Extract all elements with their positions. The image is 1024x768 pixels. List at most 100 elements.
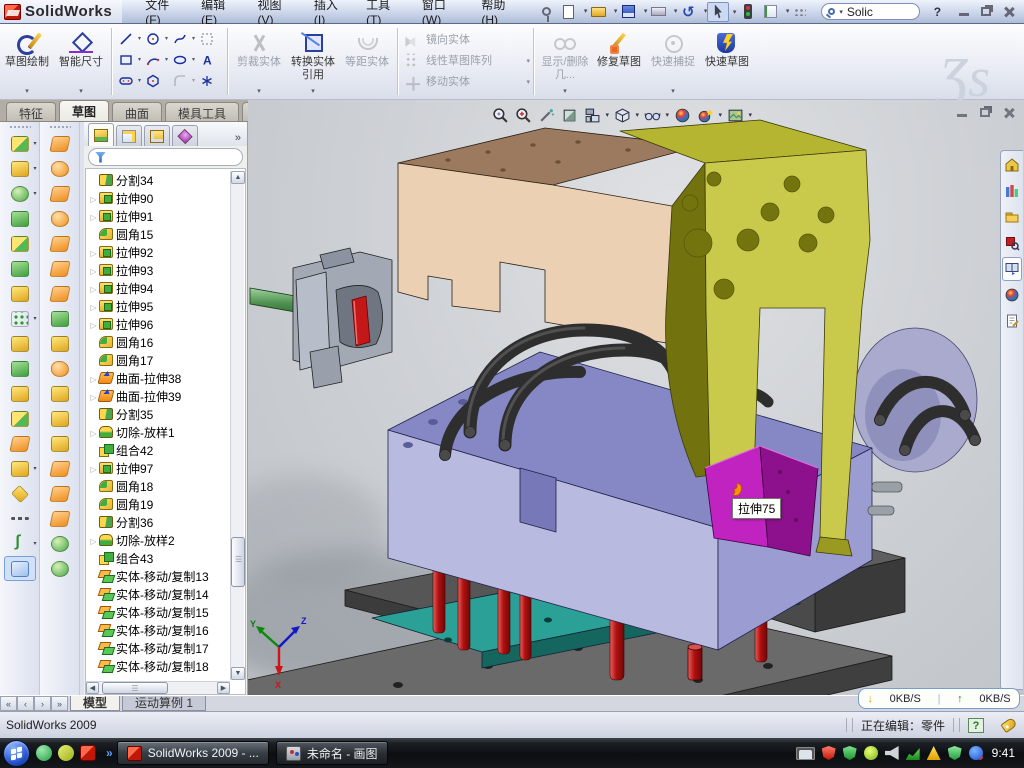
tree-item[interactable]: 分割35 <box>88 405 229 423</box>
boundary-boss-icon[interactable] <box>4 231 36 256</box>
edge-flange-icon[interactable] <box>44 281 76 306</box>
tree-item[interactable]: 圆角18 <box>88 477 229 495</box>
display-style-icon[interactable] <box>612 105 632 125</box>
clock[interactable]: 9:41 <box>992 746 1015 760</box>
antivirus-shield-icon[interactable] <box>843 746 857 760</box>
help-button[interactable]: ? <box>930 5 945 19</box>
tree-item[interactable]: 组合43 <box>88 549 229 567</box>
antivirus-icon[interactable] <box>58 745 74 761</box>
command-button[interactable]: 草图绘制 <box>0 27 54 95</box>
dimxpert-manager-icon[interactable] <box>172 125 198 146</box>
selection-box-icon[interactable] <box>197 28 224 49</box>
tree-item[interactable]: 圆角16 <box>88 333 229 351</box>
scroll-right-button[interactable]: ▶ <box>217 682 230 694</box>
quick-tips-button[interactable]: ? <box>968 718 984 733</box>
sync-status-icon[interactable] <box>969 746 983 760</box>
tab-scroll-button[interactable]: ‹ <box>17 696 34 711</box>
hide-show-items-icon[interactable] <box>642 105 662 125</box>
point-icon[interactable] <box>197 70 224 91</box>
tree-item[interactable]: 实体-移动/复制17 <box>88 639 229 657</box>
command-button[interactable]: 显示/删除几... <box>538 27 592 95</box>
tab-scroll-button[interactable]: » <box>51 696 68 711</box>
search-box[interactable]: ▾ <box>821 3 920 20</box>
tree-horizontal-scrollbar[interactable]: ◀ ☰ ▶ <box>86 681 230 694</box>
tab-scroll-button[interactable]: › <box>34 696 51 711</box>
solidworks-launcher-icon[interactable] <box>80 745 96 761</box>
expand-arrow-icon[interactable] <box>88 191 99 205</box>
document-tab[interactable]: 模型 <box>70 696 120 711</box>
sketch-fillet-icon[interactable] <box>170 70 197 91</box>
tree-item[interactable]: 拉伸92 <box>88 243 229 261</box>
tree-item[interactable]: 组合42 <box>88 441 229 459</box>
rectangle-icon[interactable] <box>116 49 143 70</box>
draft-icon[interactable] <box>4 356 36 381</box>
whats-wrong-icon[interactable] <box>789 2 811 22</box>
document-tab[interactable]: 运动算例 1 <box>122 696 206 711</box>
expand-arrow-icon[interactable] <box>88 479 99 493</box>
tree-item[interactable]: 切除-放样2 <box>88 531 229 549</box>
update-badge-icon[interactable] <box>864 746 878 760</box>
messenger-icon[interactable] <box>36 745 52 761</box>
polygon-icon[interactable] <box>143 70 170 91</box>
shell-icon[interactable] <box>4 381 36 406</box>
rebuild-icon[interactable] <box>737 2 759 22</box>
taskbar-window-button[interactable]: 未命名 - 画图 <box>276 741 388 765</box>
jog-icon[interactable] <box>44 256 76 281</box>
tags-icon[interactable] <box>1000 717 1017 733</box>
tree-item[interactable]: 拉伸90 <box>88 189 229 207</box>
keyboard-icon[interactable] <box>796 747 815 760</box>
pin-icon[interactable] <box>535 2 557 22</box>
tree-item[interactable]: 曲面-拉伸38 <box>88 369 229 387</box>
ribbon-tab[interactable]: 模具工具 <box>165 102 239 121</box>
view-orientation-icon[interactable] <box>582 105 602 125</box>
chamfer-icon[interactable] <box>4 256 36 281</box>
expand-arrow-icon[interactable] <box>88 281 99 295</box>
tree-item[interactable]: 拉伸96 <box>88 315 229 333</box>
ribbon-tab[interactable]: 特征 <box>6 102 56 121</box>
rib-icon[interactable] <box>4 331 36 356</box>
expand-arrow-icon[interactable] <box>88 209 99 223</box>
open-file-icon[interactable] <box>587 2 609 22</box>
expand-arrow-icon[interactable] <box>88 227 99 241</box>
command-button[interactable]: 修复草图 <box>592 27 646 95</box>
expand-arrow-icon[interactable] <box>88 533 99 547</box>
command-button[interactable]: 智能尺寸 <box>54 27 108 95</box>
bend-icon[interactable] <box>44 156 76 181</box>
expand-arrow-icon[interactable] <box>88 425 99 439</box>
swept-boss-icon[interactable] <box>4 206 36 231</box>
tree-item[interactable]: 圆角15 <box>88 225 229 243</box>
expand-arrow-icon[interactable] <box>88 515 99 529</box>
base-flange-icon[interactable] <box>44 206 76 231</box>
tree-item[interactable]: 实体-移动/复制18 <box>88 657 229 675</box>
network-speed-widget[interactable]: ↓ 0KB/S | ↑ 0KB/S <box>858 688 1020 709</box>
ribbon-tab[interactable]: 草图 <box>59 100 109 121</box>
scrollbar-thumb[interactable]: ☰ <box>102 682 168 694</box>
elbow-icon[interactable] <box>44 356 76 381</box>
camera-icon[interactable] <box>725 105 745 125</box>
scroll-down-button[interactable]: ▼ <box>231 667 245 680</box>
extruded-boss-icon[interactable] <box>4 131 36 156</box>
sketch-text-icon[interactable] <box>197 49 224 70</box>
scroll-up-button[interactable]: ▲ <box>231 171 245 184</box>
curve-icon[interactable] <box>4 531 36 556</box>
close-button[interactable] <box>1003 107 1014 118</box>
undo-icon[interactable] <box>677 2 699 22</box>
network-signal-icon[interactable] <box>906 746 920 760</box>
cylinder-icon[interactable] <box>44 556 76 581</box>
command-row[interactable]: 移动实体 <box>402 71 530 91</box>
tree-item[interactable]: 拉伸93 <box>88 261 229 279</box>
scroll-left-button[interactable]: ◀ <box>86 682 99 694</box>
design-library-icon[interactable] <box>1002 179 1022 203</box>
print-icon[interactable] <box>647 2 669 22</box>
cross-break-icon[interactable] <box>44 231 76 256</box>
3d-model[interactable]: Y Z X <box>248 100 1024 695</box>
insert-part-icon[interactable] <box>4 456 36 481</box>
expand-arrow-icon[interactable] <box>88 335 99 349</box>
dome-icon[interactable] <box>44 531 76 556</box>
expand-arrow-icon[interactable] <box>88 263 99 277</box>
drag-handle[interactable] <box>9 125 31 129</box>
save-icon[interactable] <box>617 2 639 22</box>
command-button[interactable]: 快速捕捉 <box>646 27 700 95</box>
expand-arrow-icon[interactable] <box>88 317 99 331</box>
line-icon[interactable] <box>116 28 143 49</box>
